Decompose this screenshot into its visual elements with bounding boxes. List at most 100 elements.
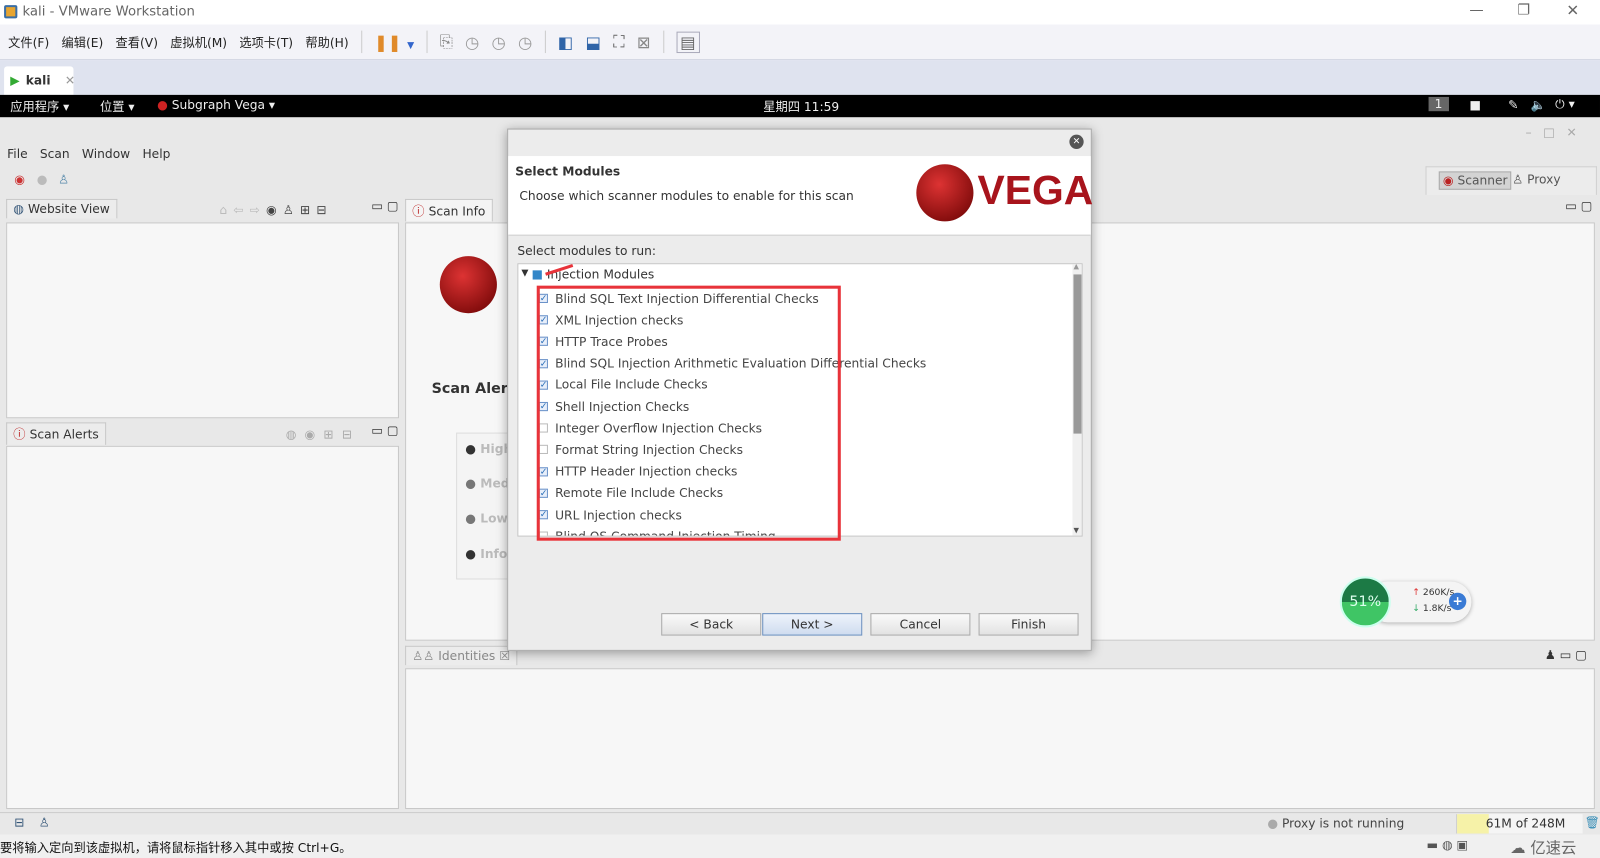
vmware-statusbar: 要将输入定向到该虚拟机，请将鼠标指针移入其中或按 Ctrl+G。 ▬ ◍ ▣ ☁… — [0, 834, 1600, 858]
new-scan-icon[interactable]: ◉ — [14, 172, 25, 186]
website-view-panel — [6, 222, 399, 419]
perspective-switcher: ◉ Scanner ♙ Proxy — [1425, 166, 1597, 195]
tab-identities[interactable]: ♙♙ Identities ☒ — [405, 645, 518, 666]
vega-logo-text: VEGA — [977, 168, 1094, 214]
power-icon[interactable]: ⏻ ▾ — [1555, 97, 1575, 112]
device-icons[interactable]: ▬ ◍ ▣ — [1427, 838, 1469, 852]
video-icon[interactable]: ■ — [1469, 98, 1481, 112]
minimize-button[interactable]: — — [1469, 2, 1483, 18]
identity-icon[interactable]: ♙ — [58, 172, 69, 186]
network-icon[interactable]: ✎ — [1508, 98, 1518, 112]
applications-menu[interactable]: 应用程序 ▾ — [10, 98, 69, 115]
vega-window-controls[interactable]: – □ ✕ — [1525, 125, 1576, 139]
dialog-header: Select Modules Choose which scanner modu… — [508, 156, 1094, 236]
minimize-maximize-icons[interactable]: ▭ ▢ — [371, 199, 398, 213]
globe-icon: ◍ — [13, 201, 24, 217]
places-menu[interactable]: 位置 ▾ — [100, 98, 135, 115]
menu-vm[interactable]: 虚拟机(M) — [170, 33, 227, 50]
network-icon[interactable]: ♙ — [39, 815, 50, 829]
menu-view[interactable]: 查看(V) — [116, 33, 158, 50]
perspective-proxy[interactable]: ♙ Proxy — [1512, 172, 1560, 186]
dialog-subtitle: Choose which scanner modules to enable f… — [519, 188, 854, 204]
cancel-button[interactable]: Cancel — [870, 613, 971, 636]
menu-help[interactable]: 帮助(H) — [305, 33, 348, 50]
info-icon: ⓘ — [412, 204, 425, 219]
minimize-maximize-icons[interactable]: ▭ ▢ — [1565, 199, 1592, 213]
tab-scan-alerts[interactable]: ⓘ Scan Alerts — [6, 422, 106, 445]
tab-kali[interactable]: ▶ kali ✕ — [4, 66, 75, 95]
garbage-collect-icon[interactable]: 🗑 — [1585, 815, 1600, 829]
tab-label: kali — [25, 73, 51, 88]
menu-window[interactable]: Window — [82, 147, 130, 161]
vega-statusbar: ⊟ ♙ ● Proxy is not running 61M of 248M 🗑 — [0, 812, 1600, 835]
revert-snapshot-icon[interactable]: ◷ — [492, 32, 506, 51]
window-title: kali - VMware Workstation — [22, 4, 195, 20]
library-view-icon[interactable]: ◧ — [558, 32, 573, 51]
finish-button[interactable]: Finish — [978, 613, 1079, 636]
level-info: ● Info — [465, 546, 508, 562]
menu-edit[interactable]: 编辑(E) — [62, 33, 104, 50]
vm-tabstrip: ▶ kali ✕ — [0, 60, 1600, 95]
stop-scan-icon[interactable]: ● — [37, 172, 48, 186]
minimize-maximize-icons[interactable]: ▭ ▢ — [371, 423, 398, 437]
perspective-scanner[interactable]: ◉ Scanner — [1438, 171, 1512, 190]
level-medium: ● Med — [465, 476, 510, 491]
tab-website-view[interactable]: ◍ Website View — [6, 198, 117, 219]
workspace-indicator[interactable]: 1 — [1428, 96, 1449, 112]
app-menu[interactable]: ● Subgraph Vega ▾ — [157, 98, 275, 112]
volume-icon[interactable]: 🔈 — [1531, 98, 1546, 112]
gnome-topbar: 应用程序 ▾ 位置 ▾ ● Subgraph Vega ▾ 星期四 11:59 … — [0, 94, 1600, 118]
next-button[interactable]: Next > — [762, 613, 863, 636]
dialog-title: Select Modules — [515, 164, 621, 179]
tab-scan-info[interactable]: ⓘ Scan Info — [405, 198, 493, 222]
scrollbar[interactable]: ▲ ▼ — [1072, 264, 1082, 536]
snapshot-icon[interactable]: ◷ — [465, 32, 479, 51]
menu-scan[interactable]: Scan — [40, 147, 70, 161]
close-button[interactable]: ✕ — [1566, 1, 1579, 19]
memory-percent-gauge[interactable]: 51% — [1339, 576, 1391, 628]
pause-icon[interactable]: ❚❚ ▼ — [374, 32, 414, 51]
identities-panel — [405, 668, 1595, 810]
window-titlebar: kali - VMware Workstation — ❐ ✕ — [0, 0, 1600, 25]
vega-menubar: File Scan Window Help — [7, 147, 170, 161]
level-high: ● High — [465, 441, 513, 457]
vmware-icon — [4, 5, 18, 19]
restore-button[interactable]: ❐ — [1517, 2, 1530, 18]
close-tab-icon[interactable]: ✕ — [65, 73, 75, 87]
website-view-toolbar[interactable]: ⌂⇦⇨◉♙⊞⊟ — [219, 203, 332, 217]
expand-toggle[interactable]: ▼ — [521, 268, 528, 278]
identities-icon: ♙♙ — [412, 648, 435, 664]
watermark: ☁ 亿速云 — [1510, 838, 1577, 857]
select-modules-dialog: ✕ Select Modules Choose which scanner mo… — [507, 128, 1094, 651]
memory-indicator[interactable]: 61M of 248M — [1456, 814, 1583, 834]
view-options-icon[interactable]: ▤ — [676, 31, 700, 53]
host-status-message: 要将输入定向到该虚拟机，请将鼠标指针移入其中或按 Ctrl+G。 — [0, 840, 352, 855]
console-icon[interactable]: ⊟ — [14, 815, 24, 829]
menu-file[interactable]: 文件(F) — [8, 33, 49, 50]
alert-icon: ⓘ — [13, 427, 26, 442]
menu-file[interactable]: File — [7, 147, 28, 161]
clock[interactable]: 星期四 11:59 — [763, 98, 839, 115]
vmware-menubar: 文件(F) 编辑(E) 查看(V) 虚拟机(M) 选项卡(T) 帮助(H) ❚❚… — [0, 24, 1600, 61]
level-low: ● Low — [465, 511, 508, 526]
fullscreen-icon[interactable]: ⛶ — [613, 32, 624, 52]
identity-toolbar[interactable]: ♟ ▭ ▢ — [1545, 648, 1587, 662]
modules-prompt: Select modules to run: — [517, 243, 657, 259]
group-checkbox-partial[interactable] — [532, 270, 542, 280]
scan-alerts-toolbar[interactable]: ◍◉⊞⊟ — [286, 427, 361, 441]
proxy-status: ● Proxy is not running — [1267, 816, 1405, 831]
vega-logo — [916, 164, 974, 222]
scan-alert-heading: Scan Alert — [431, 380, 515, 397]
annotation-highlight-box — [536, 285, 841, 541]
menu-help[interactable]: Help — [142, 147, 170, 161]
unity-icon[interactable]: ⊠ — [637, 32, 651, 51]
menu-tabs[interactable]: 选项卡(T) — [239, 33, 293, 50]
vega-logo-ball — [439, 256, 497, 314]
snapshot-manager-icon[interactable]: ◷ — [518, 32, 532, 51]
send-ctrl-alt-del-icon[interactable]: ⎘ — [440, 32, 453, 52]
console-view-icon[interactable]: ⬓ — [585, 32, 600, 51]
vm-icon: ▶ — [10, 73, 20, 88]
back-button[interactable]: < Back — [661, 613, 762, 636]
close-dialog-button[interactable]: ✕ — [1069, 134, 1084, 149]
close-tab-icon: ☒ — [499, 648, 511, 664]
